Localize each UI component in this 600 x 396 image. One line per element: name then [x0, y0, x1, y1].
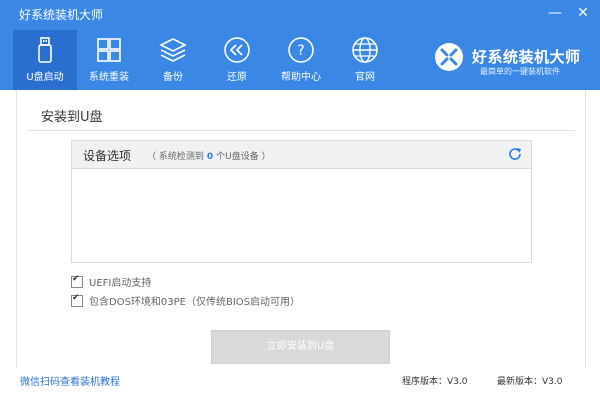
- device-list[interactable]: [72, 169, 531, 262]
- dos-checkbox[interactable]: [71, 293, 83, 307]
- nav-label: 还原: [227, 72, 247, 83]
- globe-icon: [352, 37, 378, 63]
- device-options-header: 设备选项 （ 系统检测到 0 个U盘设备 ）: [72, 141, 531, 169]
- uefi-option[interactable]: UEFI启动支持: [71, 274, 151, 289]
- refresh-icon[interactable]: [507, 146, 523, 162]
- nav-help[interactable]: ? 帮助中心: [269, 30, 333, 90]
- dos-option[interactable]: 包含DOS环境和03PE（仅传统BIOS启动可用）: [71, 293, 300, 308]
- help-icon: ?: [288, 37, 314, 63]
- window-title: 好系统装机大师: [19, 8, 104, 22]
- nav-restore[interactable]: 还原: [205, 30, 269, 90]
- device-options-panel: 设备选项 （ 系统检测到 0 个U盘设备 ）: [71, 140, 532, 263]
- hint-prefix: （ 系统检测到: [147, 152, 204, 162]
- hint-suffix: 个U盘设备 ）: [216, 152, 271, 162]
- title-divider: [27, 130, 575, 131]
- windows-icon: [97, 38, 121, 62]
- brand-name: 好系统装机大师: [472, 48, 581, 66]
- page-title: 安装到U盘: [41, 110, 103, 125]
- nav-label: 帮助中心: [281, 72, 321, 83]
- brand: 好系统装机大师 最简单的一键装机软件: [420, 30, 600, 90]
- title-bar: 好系统装机大师 — ✕: [0, 0, 600, 30]
- footer: 微信扫码查看装机教程 程序版本：V3.0 最新版本：V3.0: [0, 368, 600, 396]
- window-controls: — ✕: [546, 4, 592, 22]
- nav-website[interactable]: 官网: [333, 30, 397, 90]
- uefi-label: UEFI启动支持: [89, 278, 152, 289]
- usb-icon: [38, 37, 52, 63]
- nav-backup[interactable]: 备份: [141, 30, 205, 90]
- app-window: 好系统装机大师 — ✕ U盘启动 系统重装 备份 还原 ? 帮助中心 官网 好系…: [0, 0, 600, 396]
- main-panel: 安装到U盘 设备选项 （ 系统检测到0个U盘设备 ） UEFI启动支持 包含DO…: [16, 90, 586, 369]
- device-detect-hint: （ 系统检测到 0 个U盘设备 ）: [147, 149, 271, 162]
- dos-label: 包含DOS环境和03PE（仅传统BIOS启动可用）: [89, 297, 301, 308]
- uefi-checkbox[interactable]: [71, 274, 83, 288]
- svg-text:?: ?: [297, 43, 304, 59]
- device-count: 0: [206, 152, 214, 162]
- device-options-title: 设备选项: [83, 149, 132, 163]
- nav-label: 备份: [163, 72, 183, 83]
- nav-label: 系统重装: [89, 72, 129, 83]
- minimize-button[interactable]: —: [546, 4, 564, 22]
- brand-logo-icon: [435, 43, 463, 71]
- nav-label: U盘启动: [26, 72, 64, 83]
- restore-icon: [224, 37, 250, 63]
- latest-version: 最新版本：V3.0: [497, 377, 563, 387]
- nav-usb-boot[interactable]: U盘启动: [13, 30, 77, 90]
- close-button[interactable]: ✕: [574, 4, 592, 22]
- tutorial-link[interactable]: 微信扫码查看装机教程: [20, 373, 120, 388]
- program-version: 程序版本：V3.0: [402, 377, 468, 387]
- nav-reinstall[interactable]: 系统重装: [77, 30, 141, 90]
- install-to-usb-button[interactable]: 立即安装到U盘: [211, 330, 390, 364]
- nav-label: 官网: [355, 72, 375, 83]
- brand-subtitle: 最简单的一键装机软件: [480, 67, 560, 76]
- layers-icon: [159, 38, 187, 62]
